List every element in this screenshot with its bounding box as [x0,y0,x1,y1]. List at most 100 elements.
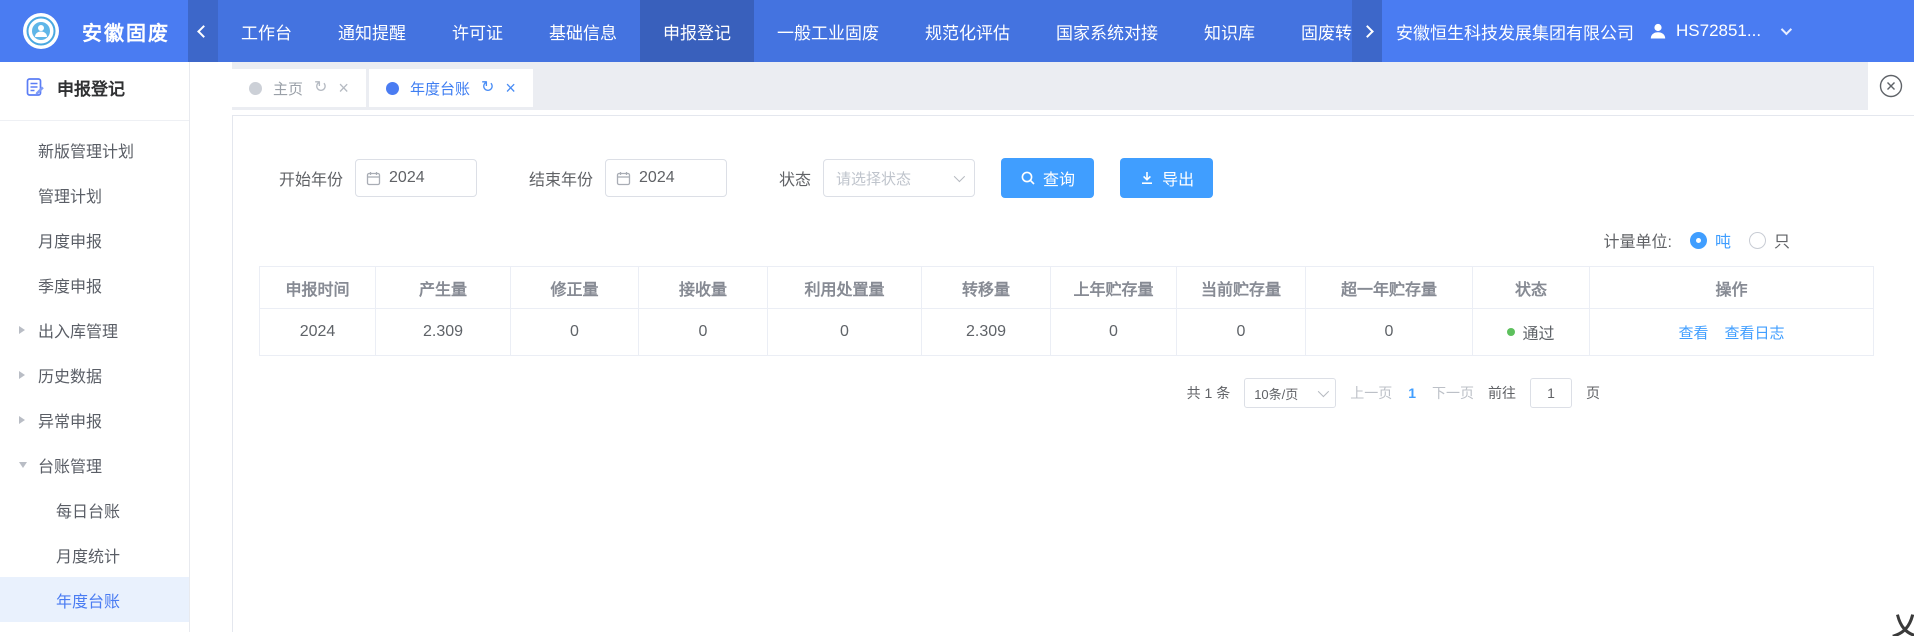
nav-item-declaration[interactable]: 申报登记 [640,0,754,62]
chevron-down-icon [954,171,965,182]
sidebar-item-annual-ledger[interactable]: 年度台账 [0,577,189,622]
caret-right-icon [19,326,25,334]
user-menu[interactable]: HS72851... [1648,21,1789,41]
tab-annual-ledger[interactable]: 年度台账 [369,69,533,107]
document-edit-icon [25,77,45,97]
refresh-icon[interactable] [481,80,494,96]
radio-icon [1749,232,1766,249]
cell-transferred: 2.309 [922,309,1051,356]
nav-item-notifications[interactable]: 通知提醒 [315,0,429,62]
close-tab-icon[interactable] [505,79,516,97]
view-link[interactable]: 查看 [1678,322,1708,343]
cell-received: 0 [639,309,768,356]
end-year-input[interactable] [605,159,727,197]
download-icon [1139,170,1155,186]
tab-label: 年度台账 [410,78,470,99]
prev-page-button[interactable]: 上一页 [1350,383,1392,403]
nav-item-basic-info[interactable]: 基础信息 [526,0,640,62]
end-year-label: 结束年份 [529,166,593,190]
col-over-year-storage: 超一年贮存量 [1306,267,1473,309]
sidebar-item-management-plan[interactable]: 管理计划 [0,172,189,217]
unit-radio-ton[interactable]: 吨 [1690,228,1731,252]
nav-item-license[interactable]: 许可证 [429,0,526,62]
cell-declare-time: 2024 [260,309,376,356]
status-badge: 通过 [1522,320,1554,344]
start-year-value[interactable] [389,169,459,187]
nav-item-knowledge-base[interactable]: 知识库 [1181,0,1278,62]
cell-operations: 查看 查看日志 [1590,309,1874,356]
sidebar-item-label: 异常申报 [38,408,102,432]
status-dot-icon [1507,328,1515,336]
sidebar-title: 申报登记 [0,62,189,112]
main-content: 开始年份 结束年份 [190,110,1914,632]
view-log-link[interactable]: 查看日志 [1725,322,1785,343]
goto-page-input[interactable] [1530,378,1572,408]
col-received: 接收量 [639,267,768,309]
radio-label: 只 [1774,228,1790,252]
status-placeholder: 请选择状态 [836,168,911,189]
user-id: HS72851... [1676,21,1761,41]
goto-suffix: 页 [1586,383,1600,403]
page-size-select[interactable]: 10条/页 [1244,378,1336,408]
refresh-icon[interactable] [314,80,327,96]
next-page-button[interactable]: 下一页 [1432,383,1474,403]
tab-label: 主页 [273,78,303,99]
sidebar-item-monthly-statistics[interactable]: 月度统计 [0,532,189,577]
tab-home[interactable]: 主页 [232,69,366,107]
app-title: 安徽固废 [82,17,170,46]
sidebar-item-history-data[interactable]: 历史数据 [0,352,189,397]
sidebar-item-label: 台账管理 [38,453,102,477]
filter-bar: 开始年份 结束年份 [279,158,1914,198]
cell-prev-year-storage: 0 [1051,309,1177,356]
nav-scroll-right-button[interactable] [1352,0,1382,62]
navbar-user-zone: 安徽恒生科技发展集团有限公司 HS72851... [1396,19,1914,44]
unit-radio-piece[interactable]: 只 [1749,228,1790,252]
export-button[interactable]: 导出 [1120,158,1213,198]
cell-corrected: 0 [511,309,639,356]
col-prev-year-storage: 上年贮存量 [1051,267,1177,309]
sidebar-item-daily-ledger[interactable]: 每日台账 [0,487,189,532]
radio-label: 吨 [1715,228,1731,252]
cell-current-storage: 0 [1177,309,1306,356]
nav-item-standardization-assessment[interactable]: 规范化评估 [902,0,1033,62]
page-size-value: 10条/页 [1254,384,1298,403]
tab-status-dot [249,82,262,95]
unit-label: 计量单位: [1604,228,1672,252]
pagination: 共 1 条 10条/页 上一页 1 下一页 前往 页 [233,378,1600,408]
col-operations: 操作 [1590,267,1874,309]
nav-item-general-industrial-waste[interactable]: 一般工业固废 [754,0,902,62]
brand-zone: 安徽固废 [0,12,188,50]
start-year-label: 开始年份 [279,166,343,190]
table-row: 2024 2.309 0 0 0 2.309 0 0 0 通过 [260,309,1874,356]
sidebar-item-inbound-outbound[interactable]: 出入库管理 [0,307,189,352]
col-status: 状态 [1473,267,1590,309]
nav-item-national-system[interactable]: 国家系统对接 [1033,0,1181,62]
nav-item-workbench[interactable]: 工作台 [218,0,315,62]
sidebar-item-abnormal-declaration[interactable]: 异常申报 [0,397,189,442]
col-current-storage: 当前贮存量 [1177,267,1306,309]
start-year-input[interactable] [355,159,477,197]
app-window: 安徽固废 工作台 通知提醒 许可证 基础信息 申报登记 一般工业固废 规范化评估… [0,0,1914,632]
sidebar-item-quarterly-declaration[interactable]: 季度申报 [0,262,189,307]
page-number-1[interactable]: 1 [1406,385,1418,401]
caret-down-icon [19,462,27,468]
sidebar-item-new-management-plan[interactable]: 新版管理计划 [0,127,189,172]
cell-generated: 2.309 [376,309,511,356]
close-all-button[interactable] [1868,62,1914,110]
col-corrected: 修正量 [511,267,639,309]
search-button[interactable]: 查询 [1001,158,1094,198]
table-header-row: 申报时间 产生量 修正量 接收量 利用处置量 转移量 上年贮存量 当前贮存量 超… [260,267,1874,309]
nav-item-waste-transfer[interactable]: 固废转 [1278,0,1352,62]
close-tab-icon[interactable] [338,79,349,97]
nav-scroll-left-button[interactable] [188,0,218,62]
status-label: 状态 [779,166,811,190]
navbar-menu: 工作台 通知提醒 许可证 基础信息 申报登记 一般工业固废 规范化评估 国家系统… [188,0,1382,62]
calendar-icon [366,171,381,186]
sidebar-item-monthly-declaration[interactable]: 月度申报 [0,217,189,262]
end-year-value[interactable] [639,169,709,187]
export-button-label: 导出 [1162,166,1194,190]
sidebar-item-ledger-management[interactable]: 台账管理 [0,442,189,487]
status-select[interactable]: 请选择状态 [823,159,975,197]
unit-selector-row: 计量单位: 吨 只 [233,228,1790,252]
radio-icon [1690,232,1707,249]
